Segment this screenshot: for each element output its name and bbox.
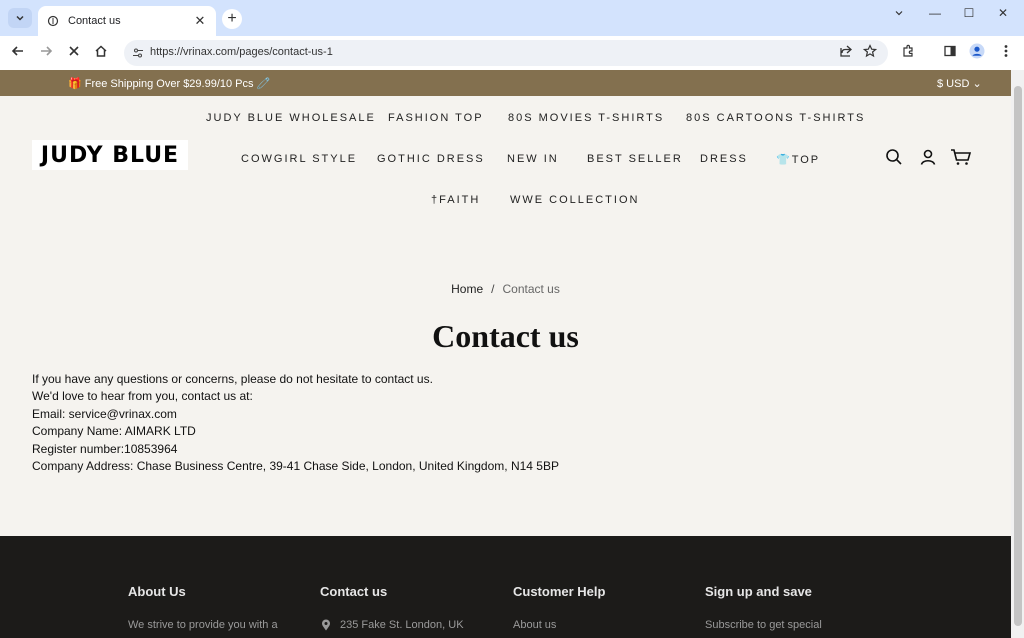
footer-about-heading: About Us bbox=[128, 584, 186, 599]
home-icon[interactable] bbox=[91, 41, 111, 61]
location-pin-icon bbox=[320, 619, 332, 631]
maximize-window-button[interactable]: ☐ bbox=[958, 4, 980, 22]
nav-dress[interactable]: DRESS bbox=[700, 153, 748, 165]
web-page: 🎁 Free Shipping Over $29.99/10 Pcs 🧷 $ U… bbox=[0, 70, 1011, 638]
breadcrumb-home-link[interactable]: Home bbox=[451, 282, 483, 296]
contact-line-email: Email: service@vrinax.com bbox=[32, 406, 177, 421]
contact-line-register: Register number:10853964 bbox=[32, 441, 178, 456]
cart-icon[interactable] bbox=[950, 146, 972, 168]
close-tab-icon[interactable]: ✕ bbox=[192, 13, 208, 29]
nav-80s-cartoons-tshirts[interactable]: 80S CARTOONS T-SHIRTS bbox=[686, 112, 865, 124]
currency-selector[interactable]: $ USD ⌄ bbox=[937, 77, 982, 90]
footer-signup-column: Sign up and save Subscribe to get specia… bbox=[705, 584, 885, 631]
nav-judy-blue-wholesale[interactable]: JUDY BLUE WHOLESALE bbox=[206, 112, 376, 124]
bookmark-star-icon[interactable] bbox=[860, 41, 880, 61]
footer-signup-text: Subscribe to get special bbox=[705, 619, 822, 631]
address-bar[interactable]: https://vrinax.com/pages/contact-us-1 bbox=[124, 40, 888, 66]
tab-title: Contact us bbox=[68, 15, 121, 27]
nav-new-in[interactable]: NEW IN bbox=[507, 153, 559, 165]
free-shipping-message[interactable]: 🎁 Free Shipping Over $29.99/10 Pcs 🧷 bbox=[68, 77, 270, 90]
contact-line-intro: If you have any questions or concerns, p… bbox=[32, 372, 433, 386]
page-title: Contact us bbox=[432, 318, 579, 354]
contact-line-hear: We'd love to hear from you, contact us a… bbox=[32, 389, 253, 404]
breadcrumb-separator: / bbox=[491, 282, 495, 296]
site-footer: About Us We strive to provide you with a… bbox=[0, 536, 1011, 638]
contact-info-text: If you have any questions or concerns, p… bbox=[32, 371, 559, 475]
nav-80s-movies-tshirts[interactable]: 80S MOVIES T-SHIRTS bbox=[508, 112, 664, 124]
side-panel-icon[interactable] bbox=[940, 41, 960, 61]
footer-contact-address: 235 Fake St. London, UK bbox=[320, 619, 500, 631]
breadcrumb-current: Contact us bbox=[502, 282, 560, 296]
footer-about-us-link[interactable]: About us bbox=[513, 619, 693, 631]
footer-contact-column: Contact us 235 Fake St. London, UK bbox=[320, 584, 500, 631]
footer-help-heading: Customer Help bbox=[513, 584, 606, 599]
footer-contact-heading: Contact us bbox=[320, 584, 388, 599]
contact-line-address: Company Address: Chase Business Centre, … bbox=[32, 459, 559, 474]
nav-best-seller[interactable]: BEST SELLER bbox=[587, 153, 683, 165]
forward-arrow-icon[interactable] bbox=[36, 41, 56, 61]
url-text: https://vrinax.com/pages/contact-us-1 bbox=[150, 46, 333, 58]
search-icon[interactable] bbox=[883, 146, 905, 168]
back-arrow-icon[interactable] bbox=[8, 41, 28, 61]
footer-about-text: We strive to provide you with a bbox=[128, 619, 278, 631]
store-logo[interactable]: JUDY BLUE bbox=[32, 140, 188, 170]
tab-search-button[interactable] bbox=[8, 8, 32, 28]
extensions-puzzle-icon[interactable] bbox=[898, 41, 918, 61]
browser-tab-active[interactable]: Contact us ✕ bbox=[38, 6, 216, 36]
nav-cowgirl-style[interactable]: COWGIRL STYLE bbox=[241, 153, 357, 165]
account-icon[interactable] bbox=[917, 146, 939, 168]
nav-top[interactable]: 👕TOP bbox=[776, 153, 820, 166]
stop-loading-icon[interactable] bbox=[64, 41, 84, 61]
close-window-button[interactable]: ✕ bbox=[992, 4, 1014, 22]
footer-help-column: Customer Help About us bbox=[513, 584, 693, 631]
share-icon[interactable] bbox=[836, 41, 856, 61]
page-scrollbar-thumb[interactable] bbox=[1014, 86, 1022, 626]
profile-avatar-icon[interactable] bbox=[967, 41, 987, 61]
site-info-icon[interactable] bbox=[130, 45, 146, 61]
browser-menu-kebab-icon[interactable] bbox=[996, 41, 1016, 61]
minimize-window-button[interactable]: — bbox=[924, 4, 946, 22]
footer-signup-heading: Sign up and save bbox=[705, 584, 812, 599]
new-tab-button[interactable]: + bbox=[222, 9, 242, 29]
nav-gothic-dress[interactable]: GOTHIC DRESS bbox=[377, 153, 485, 165]
contact-line-company: Company Name: AIMARK LTD bbox=[32, 424, 196, 439]
nav-fashion-top[interactable]: FASHION TOP bbox=[388, 112, 484, 124]
footer-about-column: About Us We strive to provide you with a bbox=[128, 584, 308, 631]
announcement-bar: 🎁 Free Shipping Over $29.99/10 Pcs 🧷 $ U… bbox=[0, 70, 1011, 96]
breadcrumb: Home / Contact us bbox=[0, 282, 1011, 296]
site-favicon-icon bbox=[46, 14, 60, 28]
footer-contact-address-text: 235 Fake St. London, UK bbox=[340, 619, 464, 631]
nav-faith[interactable]: †FAITH bbox=[431, 194, 480, 206]
tab-list-chevron-icon[interactable] bbox=[888, 4, 910, 22]
chevron-down-icon bbox=[16, 15, 24, 21]
nav-wwe-collection[interactable]: WWE COLLECTION bbox=[510, 194, 639, 206]
